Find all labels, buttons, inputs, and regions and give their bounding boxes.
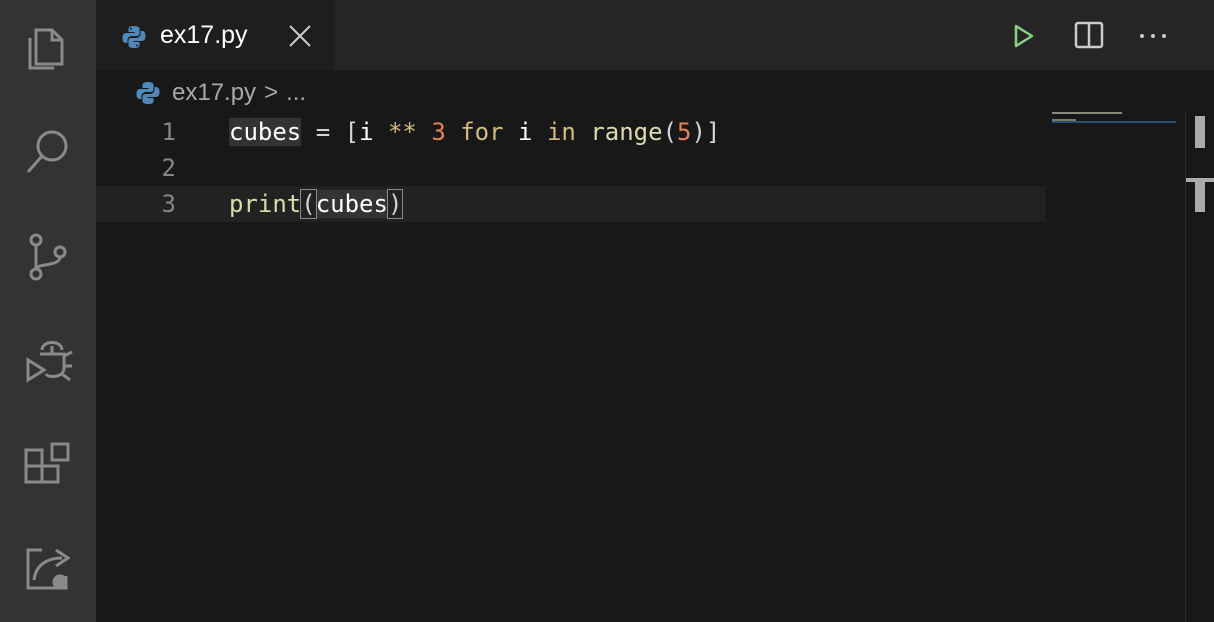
play-icon[interactable] <box>1012 18 1036 54</box>
split-editor-icon[interactable] <box>1074 18 1104 54</box>
explorer-icon[interactable] <box>20 18 76 74</box>
minimap[interactable] <box>1052 110 1176 124</box>
remote-explorer-icon[interactable] <box>20 540 76 596</box>
extensions-icon[interactable] <box>20 436 76 492</box>
scrollbar-highlight-marker <box>1195 182 1205 212</box>
breadcrumb-file[interactable]: ex17.py <box>172 79 256 107</box>
line-number: 2 <box>161 154 176 182</box>
scrollbar-thumb[interactable] <box>1195 116 1205 148</box>
chevron-right-icon: > <box>264 79 279 106</box>
code-line-current[interactable]: 3 print(cubes) <box>96 186 1046 222</box>
vertical-scrollbar[interactable] <box>1185 112 1214 622</box>
close-icon[interactable] <box>288 24 312 48</box>
tab-ex17[interactable]: ex17.py <box>96 0 334 70</box>
breadcrumb: ex17.py > ... <box>136 78 306 108</box>
code-text: cubes = [i ** 3 for i in range(5)] <box>229 118 721 146</box>
python-icon <box>122 26 146 48</box>
line-number: 1 <box>161 118 176 146</box>
code-text: print(cubes) <box>229 189 404 219</box>
more-actions-icon[interactable] <box>1138 18 1168 54</box>
tab-bar: ex17.py <box>96 0 1214 70</box>
search-icon[interactable] <box>20 122 76 178</box>
breadcrumb-more[interactable]: ... <box>286 79 306 107</box>
activity-bar <box>0 0 96 622</box>
source-control-icon[interactable] <box>20 228 76 284</box>
editor[interactable]: ex17.py > ... 1 cubes = [i ** 3 for i in… <box>96 70 1214 622</box>
line-number: 3 <box>161 190 176 218</box>
code-line[interactable]: 2 <box>96 150 1046 186</box>
tab-label: ex17.py <box>160 21 248 49</box>
code-line[interactable]: 1 cubes = [i ** 3 for i in range(5)] <box>96 114 1046 150</box>
run-debug-icon[interactable] <box>20 332 76 388</box>
python-icon <box>136 82 160 104</box>
